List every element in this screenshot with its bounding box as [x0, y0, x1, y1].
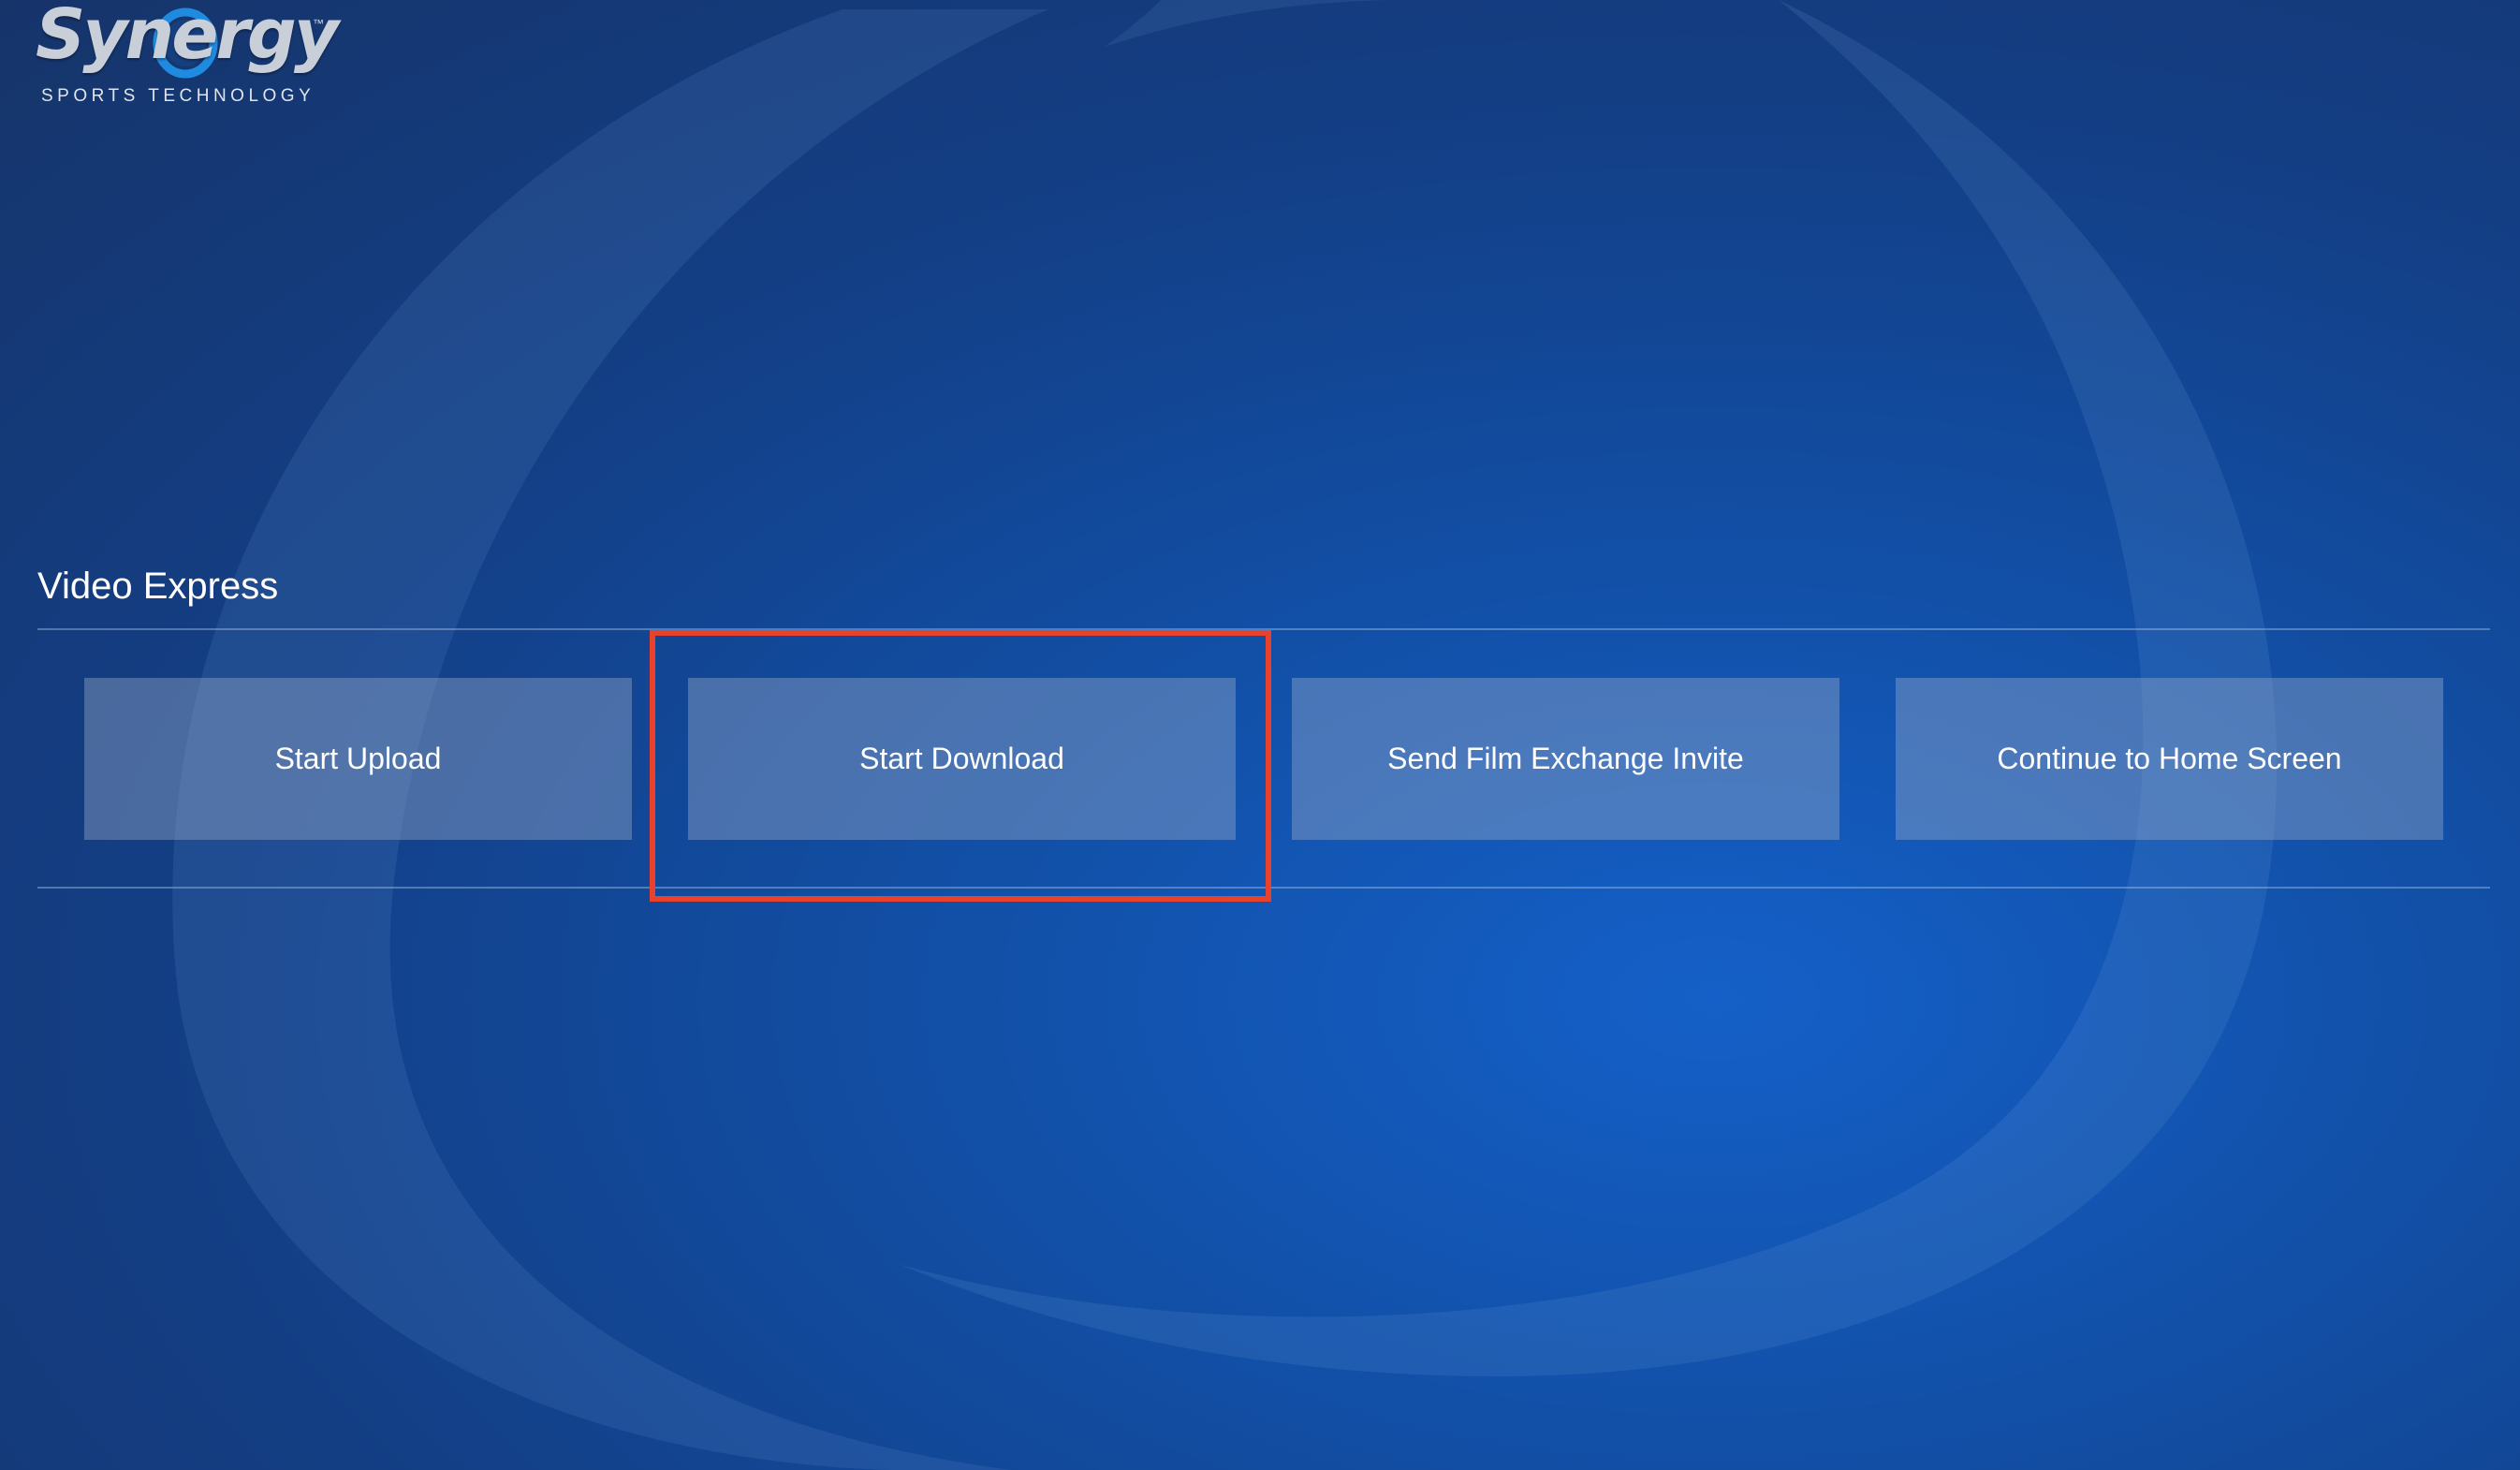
divider-bottom	[37, 887, 2490, 889]
page-title: Video Express	[37, 566, 279, 607]
continue-to-home-screen-button[interactable]: Continue to Home Screen	[1896, 678, 2443, 840]
start-upload-button[interactable]: Start Upload	[84, 678, 632, 840]
logo-trademark: ™	[313, 17, 324, 30]
logo-wordmark: Synergy	[36, 0, 339, 75]
logo-tagline: SPORTS TECHNOLOGY	[41, 86, 315, 106]
divider-top	[37, 628, 2490, 630]
action-button-row: Start Upload Start Download Send Film Ex…	[84, 678, 2443, 840]
send-film-exchange-invite-button[interactable]: Send Film Exchange Invite	[1292, 678, 1839, 840]
start-download-button[interactable]: Start Download	[688, 678, 1236, 840]
synergy-logo: Synergy ™ SPORTS TECHNOLOGY	[36, 0, 344, 112]
